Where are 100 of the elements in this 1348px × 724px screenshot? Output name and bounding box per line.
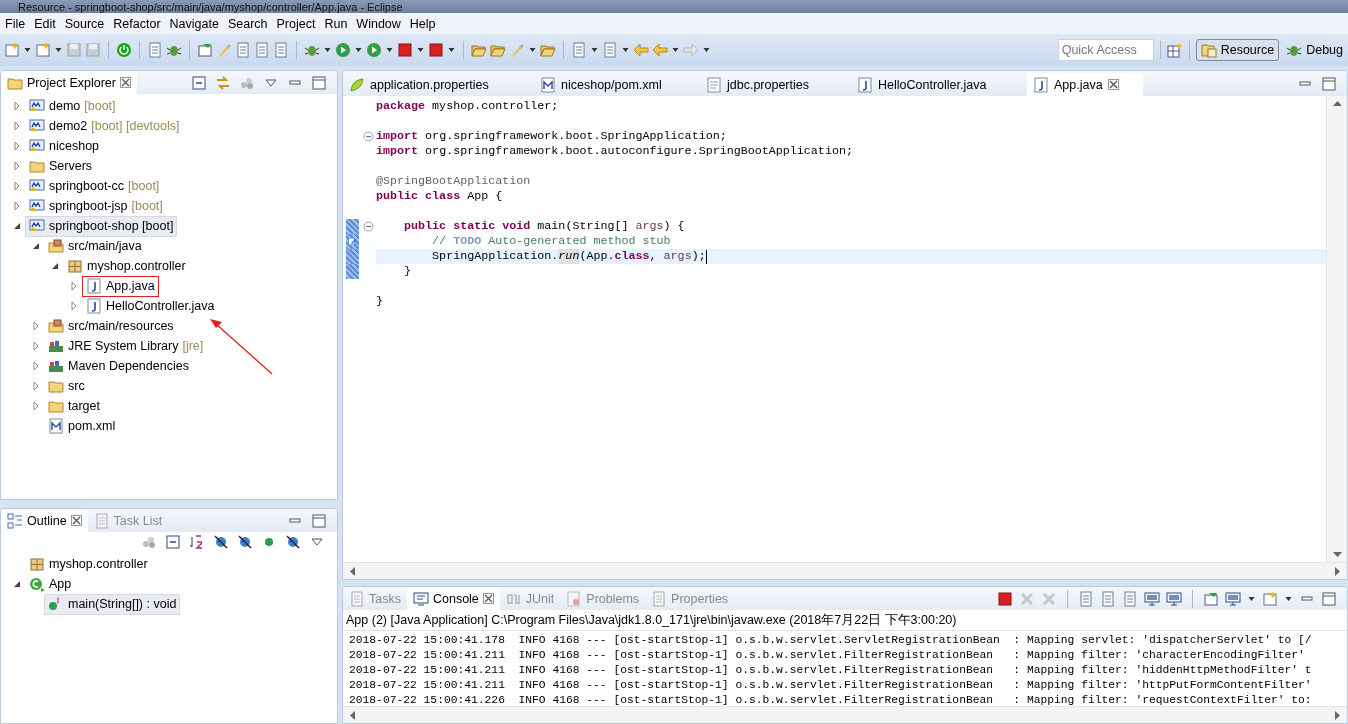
properties-icon [651, 590, 668, 607]
library-icon [48, 358, 64, 374]
editor-tab[interactable]: App.java [1027, 73, 1143, 96]
tree-item[interactable]: springboot-shop [boot] [25, 215, 178, 237]
java-file-icon [86, 278, 102, 294]
menu-item[interactable]: Run [322, 16, 355, 31]
caret-icon [448, 48, 455, 52]
menu-item[interactable]: Search [225, 16, 275, 31]
tree-item[interactable]: src [44, 375, 89, 397]
quick-access-field[interactable]: Quick Access [1057, 39, 1154, 61]
tree-item[interactable]: Servers [25, 155, 97, 177]
folder-icon [490, 42, 506, 58]
vertical-scrollbar[interactable] [1326, 96, 1347, 562]
tree-item[interactable]: myshop.controller [25, 553, 152, 575]
horizontal-scrollbar[interactable] [343, 562, 1347, 579]
tree-item[interactable]: demo [boot] [25, 95, 120, 117]
menu-item[interactable]: Help [407, 16, 443, 31]
menu-item[interactable]: Window [354, 16, 408, 31]
caret-icon [529, 48, 536, 52]
scroll-right-icon [1335, 710, 1341, 720]
menu-item[interactable]: Edit [32, 16, 63, 31]
maximize-icon [1321, 590, 1337, 607]
collapse-all-icon [191, 74, 207, 91]
class-icon [29, 576, 45, 592]
view-tab[interactable]: Console [406, 587, 500, 610]
log-line: 2018-07-22 15:00:41.211 INFO 4168 --- [ost-startStop-1] o.s.b.w.servlet.FilterRegistrationBean : Mapping filter: 'httpPutFormContentFilter' [349, 678, 1313, 693]
stop-icon [397, 42, 413, 58]
project-icon [29, 218, 45, 234]
document-icon [571, 42, 587, 58]
menu-item[interactable]: Refactor [111, 16, 168, 31]
stop-icon [997, 590, 1013, 607]
folder-icon [48, 398, 64, 414]
perspective-button[interactable]: Debug [1281, 39, 1348, 61]
tree-item[interactable]: src/main/java [44, 235, 146, 257]
leaf-icon [349, 76, 365, 93]
tree-item[interactable]: pom.xml [44, 415, 120, 437]
tree-item[interactable]: springboot-jsp [boot] [25, 195, 167, 217]
source-folder-icon [48, 238, 64, 254]
document-icon [147, 42, 163, 58]
xml-file-icon [540, 76, 556, 93]
menu-item[interactable]: Source [62, 16, 112, 31]
scroll-right-icon [1335, 566, 1341, 576]
view-tab[interactable]: Project Explorer [1, 71, 137, 94]
tree-item[interactable]: JRE System Library [jre] [44, 335, 208, 357]
tree-item[interactable]: main(String[]) : void [44, 593, 181, 615]
log-line: 2018-07-22 15:00:41.211 INFO 4168 --- [ost-startStop-1] o.s.b.w.servlet.FilterRegistrationBean : Mapping filter: 'characterEncodingFilter' [349, 648, 1306, 663]
caret-icon [55, 48, 62, 52]
editor-tab[interactable]: application.properties [343, 73, 534, 96]
power-icon [116, 42, 132, 58]
caret-icon [24, 48, 31, 52]
code-line: } [403, 264, 413, 279]
tasks-icon [349, 590, 365, 607]
task-list-icon [93, 512, 110, 529]
forward-icon [683, 42, 699, 58]
close-icon [482, 593, 494, 604]
editor-tab[interactable]: niceshop/pom.xml [534, 73, 700, 96]
folder-icon [540, 42, 556, 58]
tree-item[interactable]: target [44, 395, 104, 417]
fold-icon [362, 131, 374, 142]
close-icon [1107, 79, 1119, 90]
caret-icon [672, 48, 679, 52]
new-console-icon [1262, 590, 1278, 607]
library-icon [48, 338, 64, 354]
view-tab[interactable]: Outline [1, 509, 88, 532]
close-icon [70, 515, 82, 526]
menu-item[interactable]: Navigate [167, 16, 226, 31]
horizontal-scrollbar[interactable] [343, 706, 1347, 723]
editor-tab[interactable]: HelloController.java [851, 73, 1027, 96]
xml-file-icon [48, 418, 64, 434]
save-icon [66, 42, 82, 58]
tree-item[interactable]: App.java [82, 275, 159, 297]
menu-item[interactable]: File [3, 16, 33, 31]
code-line: @SpringBootApplication [376, 174, 532, 189]
package-icon [67, 258, 83, 274]
console-icon [412, 590, 429, 607]
code-line: package myshop.controller; [376, 99, 560, 114]
remove-all-icon [1041, 590, 1057, 607]
tree-item[interactable]: HelloController.java [82, 295, 219, 317]
close-icon [119, 77, 131, 88]
fold-icon [362, 221, 374, 232]
document-icon [602, 42, 618, 58]
menu-item[interactable]: Project [274, 16, 323, 31]
code-line: import org.springframework.boot.SpringApplication; [376, 129, 728, 144]
code-line: public class App { [376, 189, 504, 204]
tree-item[interactable]: myshop.controller [63, 255, 190, 277]
project-icon [29, 138, 45, 154]
editor-tab[interactable]: jdbc.properties [700, 73, 851, 96]
caret-icon [622, 48, 629, 52]
text-file-icon [706, 76, 722, 93]
tree-item[interactable]: App [25, 573, 76, 595]
maximize-icon [311, 74, 327, 91]
tree-item[interactable]: niceshop [25, 135, 104, 157]
tree-item[interactable]: Maven Dependencies [44, 355, 193, 377]
code-line: import org.springframework.boot.autoconfigure.SpringBootApplication; [376, 144, 854, 159]
perspective-button[interactable]: Resource [1195, 39, 1280, 61]
run-icon [335, 42, 351, 58]
tree-item[interactable]: springboot-cc [boot] [25, 175, 164, 197]
tree-item[interactable]: demo2 [boot] [devtools] [25, 115, 184, 137]
tree-item[interactable]: src/main/resources [44, 315, 178, 337]
folder-icon [471, 42, 487, 58]
